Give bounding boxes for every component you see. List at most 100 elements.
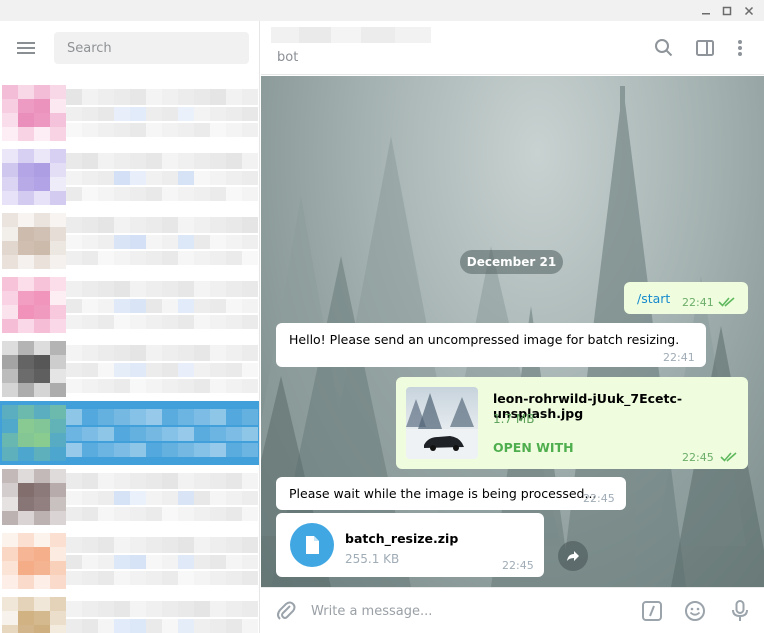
redacted-text-block	[242, 473, 258, 489]
redacted-text-block	[210, 571, 226, 585]
redacted-text-block	[162, 217, 178, 233]
redacted-text-block	[162, 171, 178, 185]
redacted-text-block	[162, 89, 178, 105]
compose-bar	[261, 587, 764, 633]
double-check-icon	[718, 297, 735, 307]
redacted-text-block	[146, 363, 162, 377]
redacted-text-block	[162, 601, 178, 617]
incoming-file-message[interactable]: batch_resize.zip 255.1 KB 22:45	[276, 513, 544, 577]
redacted-text-block	[226, 409, 242, 425]
file-name: batch_resize.zip	[345, 531, 459, 546]
chat-list-item[interactable]	[0, 81, 259, 145]
redacted-text-block	[178, 537, 194, 553]
redacted-text-block	[194, 491, 210, 505]
minimize-icon[interactable]	[695, 0, 717, 21]
redacted-text-block	[178, 619, 194, 633]
chat-list-item[interactable]	[0, 593, 259, 633]
incoming-message[interactable]: Please wait while the image is being pro…	[276, 477, 626, 510]
redacted-text-block	[66, 217, 82, 233]
redacted-text-block	[194, 123, 210, 137]
redacted-text-block	[162, 251, 178, 265]
redacted-text-block	[98, 409, 114, 425]
chat-list-item[interactable]	[0, 401, 259, 465]
message-text: Hello! Please send an uncompressed image…	[289, 332, 680, 347]
redacted-text-block	[178, 89, 194, 105]
redacted-text-block	[210, 89, 226, 105]
redacted-text-block	[114, 89, 130, 105]
redacted-text-block	[178, 473, 194, 489]
bot-command-icon[interactable]	[639, 598, 665, 624]
incoming-message[interactable]: Hello! Please send an uncompressed image…	[276, 323, 706, 367]
telegram-window: bot	[0, 0, 764, 633]
avatar	[2, 597, 66, 633]
chat-list-item[interactable]	[0, 209, 259, 273]
redacted-text-block	[194, 619, 210, 633]
bot-command-link[interactable]: /start	[637, 291, 670, 306]
redacted-text-block	[194, 89, 210, 105]
redacted-text-block	[114, 619, 130, 633]
file-size: 255.1 KB	[345, 552, 400, 566]
message-input[interactable]	[311, 600, 611, 622]
maximize-icon[interactable]	[716, 0, 738, 21]
redacted-text-block	[114, 187, 130, 201]
chat-list-item[interactable]	[0, 529, 259, 593]
outgoing-file-message[interactable]: leon-rohrwild-jUuk_7Ecetc-unsplash.jpg 1…	[396, 377, 748, 469]
hamburger-menu-icon[interactable]	[13, 35, 41, 61]
file-size: 1.7 MB	[493, 412, 535, 426]
redacted-text-block	[66, 473, 82, 489]
download-file-icon[interactable]	[290, 523, 334, 567]
redacted-text-block	[98, 107, 114, 121]
message-history[interactable]: December 21 /start 22:41 Hello! Please s…	[261, 76, 764, 587]
sidebar-toggle-icon[interactable]	[692, 35, 718, 61]
outgoing-message[interactable]: /start 22:41	[624, 282, 748, 314]
redacted-text-block	[98, 619, 114, 633]
open-with-button[interactable]: OPEN WITH	[493, 440, 574, 455]
redacted-text-block	[82, 571, 98, 585]
redacted-text-block	[162, 281, 178, 297]
redacted-text-block	[130, 89, 146, 105]
redacted-text-block	[210, 601, 226, 617]
redacted-text-block	[146, 345, 162, 361]
close-icon[interactable]	[738, 0, 760, 21]
redacted-text-block	[82, 409, 98, 425]
chat-list-item[interactable]	[0, 337, 259, 401]
redacted-text-block	[66, 153, 82, 169]
avatar	[2, 213, 66, 269]
more-icon[interactable]	[727, 35, 753, 61]
image-thumbnail[interactable]	[406, 387, 478, 459]
search-input[interactable]	[54, 32, 249, 64]
redacted-text-block	[242, 153, 258, 169]
redacted-text-block	[226, 507, 242, 521]
redacted-text-block	[178, 443, 194, 457]
chat-list-item[interactable]	[0, 273, 259, 337]
redacted-text-block	[146, 473, 162, 489]
redacted-text-block	[162, 107, 178, 121]
redacted-text-block	[226, 427, 242, 441]
chat-list-item[interactable]	[0, 465, 259, 529]
redacted-text-block	[114, 153, 130, 169]
attach-icon[interactable]	[273, 598, 299, 624]
redacted-text-block	[226, 491, 242, 505]
search-icon[interactable]	[651, 35, 677, 61]
redacted-text-block	[242, 217, 258, 233]
redacted-text-block	[178, 363, 194, 377]
message-text: Please wait while the image is being pro…	[289, 486, 597, 501]
chat-list-item[interactable]	[0, 145, 259, 209]
peer-name-redacted[interactable]	[271, 27, 431, 43]
redacted-text-block	[226, 123, 242, 137]
emoji-icon[interactable]	[682, 598, 708, 624]
forward-icon[interactable]	[558, 541, 588, 571]
redacted-text-block	[242, 379, 258, 393]
redacted-text-block	[210, 281, 226, 297]
avatar	[2, 533, 66, 589]
redacted-text-block	[226, 619, 242, 633]
avatar	[2, 341, 66, 397]
redacted-text-block	[226, 281, 242, 297]
microphone-icon[interactable]	[727, 598, 753, 624]
redacted-text-block	[66, 427, 82, 441]
redacted-text-block	[178, 107, 194, 121]
redacted-text-block	[162, 507, 178, 521]
redacted-text-block	[226, 251, 242, 265]
redacted-text-block	[66, 315, 82, 329]
redacted-text-block	[146, 235, 162, 249]
